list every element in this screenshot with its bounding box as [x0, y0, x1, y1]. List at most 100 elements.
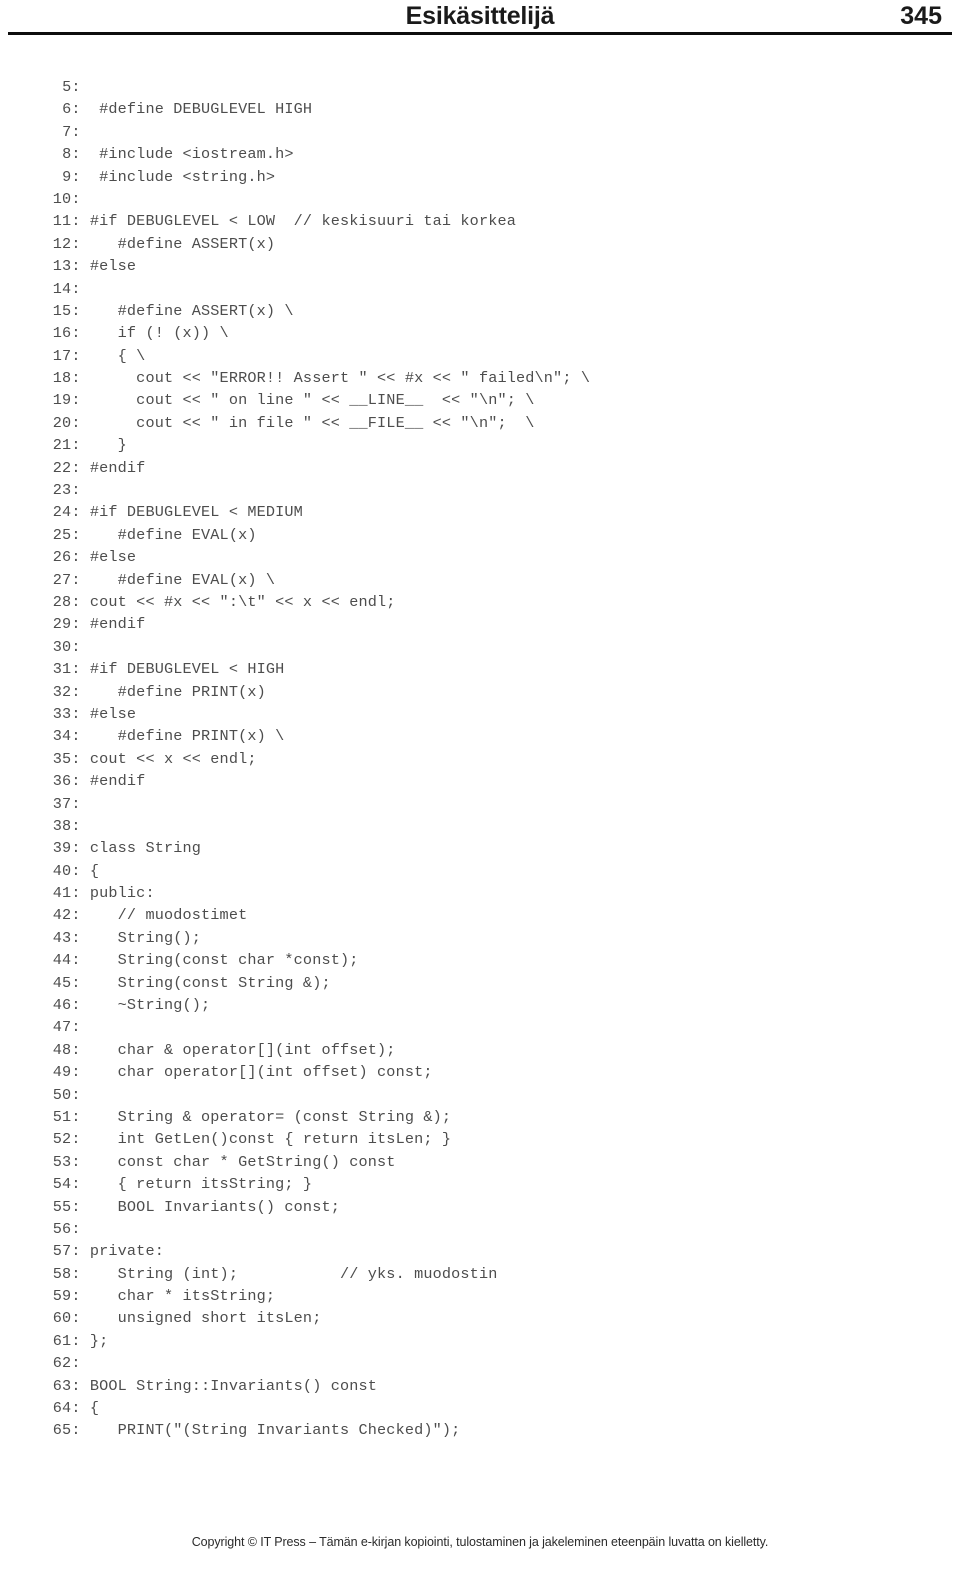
- code-line-number-separator: :: [71, 951, 81, 970]
- code-line-text: }: [80, 436, 127, 455]
- code-line-number: 28: [52, 592, 72, 611]
- code-line: 27: #define EVAL(x) \: [44, 569, 924, 591]
- code-line: 11: #if DEBUGLEVEL < LOW // keskisuuri t…: [44, 210, 924, 232]
- code-line-number-separator: :: [71, 906, 81, 925]
- code-line-number: 13: [52, 257, 72, 276]
- code-line-number: 33: [52, 704, 72, 723]
- code-line-text: const char * GetString() const: [80, 1152, 396, 1171]
- code-line: 32: #define PRINT(x): [44, 681, 924, 703]
- code-line: 51: String & operator= (const String &);: [44, 1106, 924, 1128]
- code-line: 36: #endif: [44, 770, 924, 792]
- code-line-number-separator: :: [71, 212, 81, 231]
- code-line: 25: #define EVAL(x): [44, 524, 924, 546]
- code-line-text: class String: [80, 839, 202, 858]
- copyright-notice: Copyright © IT Press – Tämän e-kirjan ko…: [191, 1535, 769, 1549]
- code-line-number-separator: :: [71, 548, 81, 567]
- code-line-text: cout << x << endl;: [80, 749, 257, 768]
- code-line-number: 6: [62, 100, 72, 119]
- code-line: 31: #if DEBUGLEVEL < HIGH: [44, 658, 924, 680]
- page-header: Esikäsittelijä 345: [0, 0, 960, 44]
- code-line-number: 25: [52, 525, 72, 544]
- code-line-number-separator: :: [71, 973, 81, 992]
- code-line: 18: cout << "ERROR!! Assert " << #x << "…: [44, 367, 924, 389]
- code-line-number-separator: :: [71, 145, 81, 164]
- code-line-number: 23: [52, 481, 72, 500]
- code-line-text: { return itsString; }: [80, 1175, 313, 1194]
- code-line-number: 24: [52, 503, 72, 522]
- code-line-number-separator: :: [71, 78, 81, 96]
- code-line-text: public:: [80, 884, 155, 903]
- code-line: 42: // muodostimet: [44, 904, 924, 926]
- code-line: 60: unsigned short itsLen;: [44, 1307, 924, 1329]
- code-line-text: #endif: [80, 458, 146, 477]
- code-line: 65: PRINT("(String Invariants Checked)")…: [44, 1419, 924, 1441]
- code-line-number-separator: :: [71, 301, 81, 320]
- code-line-text: #include <iostream.h>: [80, 145, 294, 164]
- code-line-number-separator: :: [71, 391, 81, 410]
- code-line-number: 26: [52, 548, 72, 567]
- code-line-text: if (! (x)) \: [80, 324, 229, 343]
- code-line-number: 43: [52, 928, 72, 947]
- code-line: 12: #define ASSERT(x): [44, 233, 924, 255]
- code-line-number-separator: :: [71, 1376, 81, 1395]
- code-line-number-separator: :: [71, 100, 81, 119]
- code-line-number: 58: [52, 1264, 72, 1283]
- code-line: 33: #else: [44, 703, 924, 725]
- code-line: 48: char & operator[](int offset);: [44, 1039, 924, 1061]
- code-line: 16: if (! (x)) \: [44, 322, 924, 344]
- code-line-number-separator: :: [71, 279, 81, 298]
- code-line: 6: #define DEBUGLEVEL HIGH: [44, 98, 924, 120]
- code-line-number: 55: [52, 1197, 72, 1216]
- code-line-number-separator: :: [71, 1219, 81, 1238]
- code-line-text: #define DEBUGLEVEL HIGH: [80, 100, 313, 119]
- code-line-number-separator: :: [71, 369, 81, 388]
- code-line: 50:: [44, 1084, 924, 1106]
- code-line-number: 39: [52, 839, 72, 858]
- code-line-number: 40: [52, 861, 72, 880]
- code-line-number: 51: [52, 1107, 72, 1126]
- code-line-number-separator: :: [71, 592, 81, 611]
- code-line-text: cout << "ERROR!! Assert " << #x << " fai…: [80, 369, 591, 388]
- code-line-number: 36: [52, 772, 72, 791]
- code-line-number-separator: :: [71, 861, 81, 880]
- code-line-number: 57: [52, 1242, 72, 1261]
- code-line-number: 19: [52, 391, 72, 410]
- code-line: 61: };: [44, 1330, 924, 1352]
- code-line: 9: #include <string.h>: [44, 166, 924, 188]
- code-line-number: 61: [52, 1331, 72, 1350]
- code-line: 22: #endif: [44, 457, 924, 479]
- code-line-number-separator: :: [71, 167, 81, 186]
- code-line-number-separator: :: [71, 1264, 81, 1283]
- header-divider: [8, 32, 952, 35]
- code-line-number-separator: :: [71, 794, 81, 813]
- code-line-number: 12: [52, 234, 72, 253]
- code-line-number: 54: [52, 1175, 72, 1194]
- code-line-number-separator: :: [71, 772, 81, 791]
- code-line-text: // muodostimet: [80, 906, 248, 925]
- code-line-number: 45: [52, 973, 72, 992]
- code-line-text: #else: [80, 548, 137, 567]
- code-line: 17: { \: [44, 345, 924, 367]
- code-line-text: String();: [80, 928, 202, 947]
- code-line: 5:: [44, 76, 924, 98]
- code-line-number-separator: :: [71, 704, 81, 723]
- code-line: 46: ~String();: [44, 994, 924, 1016]
- code-line-number: 20: [52, 413, 72, 432]
- code-line-number-separator: :: [71, 234, 81, 253]
- code-line: 41: public:: [44, 882, 924, 904]
- code-line-text: #if DEBUGLEVEL < MEDIUM: [80, 503, 303, 522]
- code-line: 57: private:: [44, 1240, 924, 1262]
- code-line: 52: int GetLen()const { return itsLen; }: [44, 1128, 924, 1150]
- code-line-number: 53: [52, 1152, 72, 1171]
- code-line-number-separator: :: [71, 749, 81, 768]
- code-line-number-separator: :: [71, 324, 81, 343]
- code-line: 49: char operator[](int offset) const;: [44, 1061, 924, 1083]
- code-line-number: 44: [52, 951, 72, 970]
- code-line-number: 38: [52, 816, 72, 835]
- code-line-text: { \: [80, 346, 146, 365]
- code-line-text: #endif: [80, 615, 146, 634]
- code-line-text: #if DEBUGLEVEL < LOW // keskisuuri tai k…: [80, 212, 517, 231]
- code-line-number: 21: [52, 436, 72, 455]
- code-line-number: 18: [52, 369, 72, 388]
- code-line-number-separator: :: [71, 503, 81, 522]
